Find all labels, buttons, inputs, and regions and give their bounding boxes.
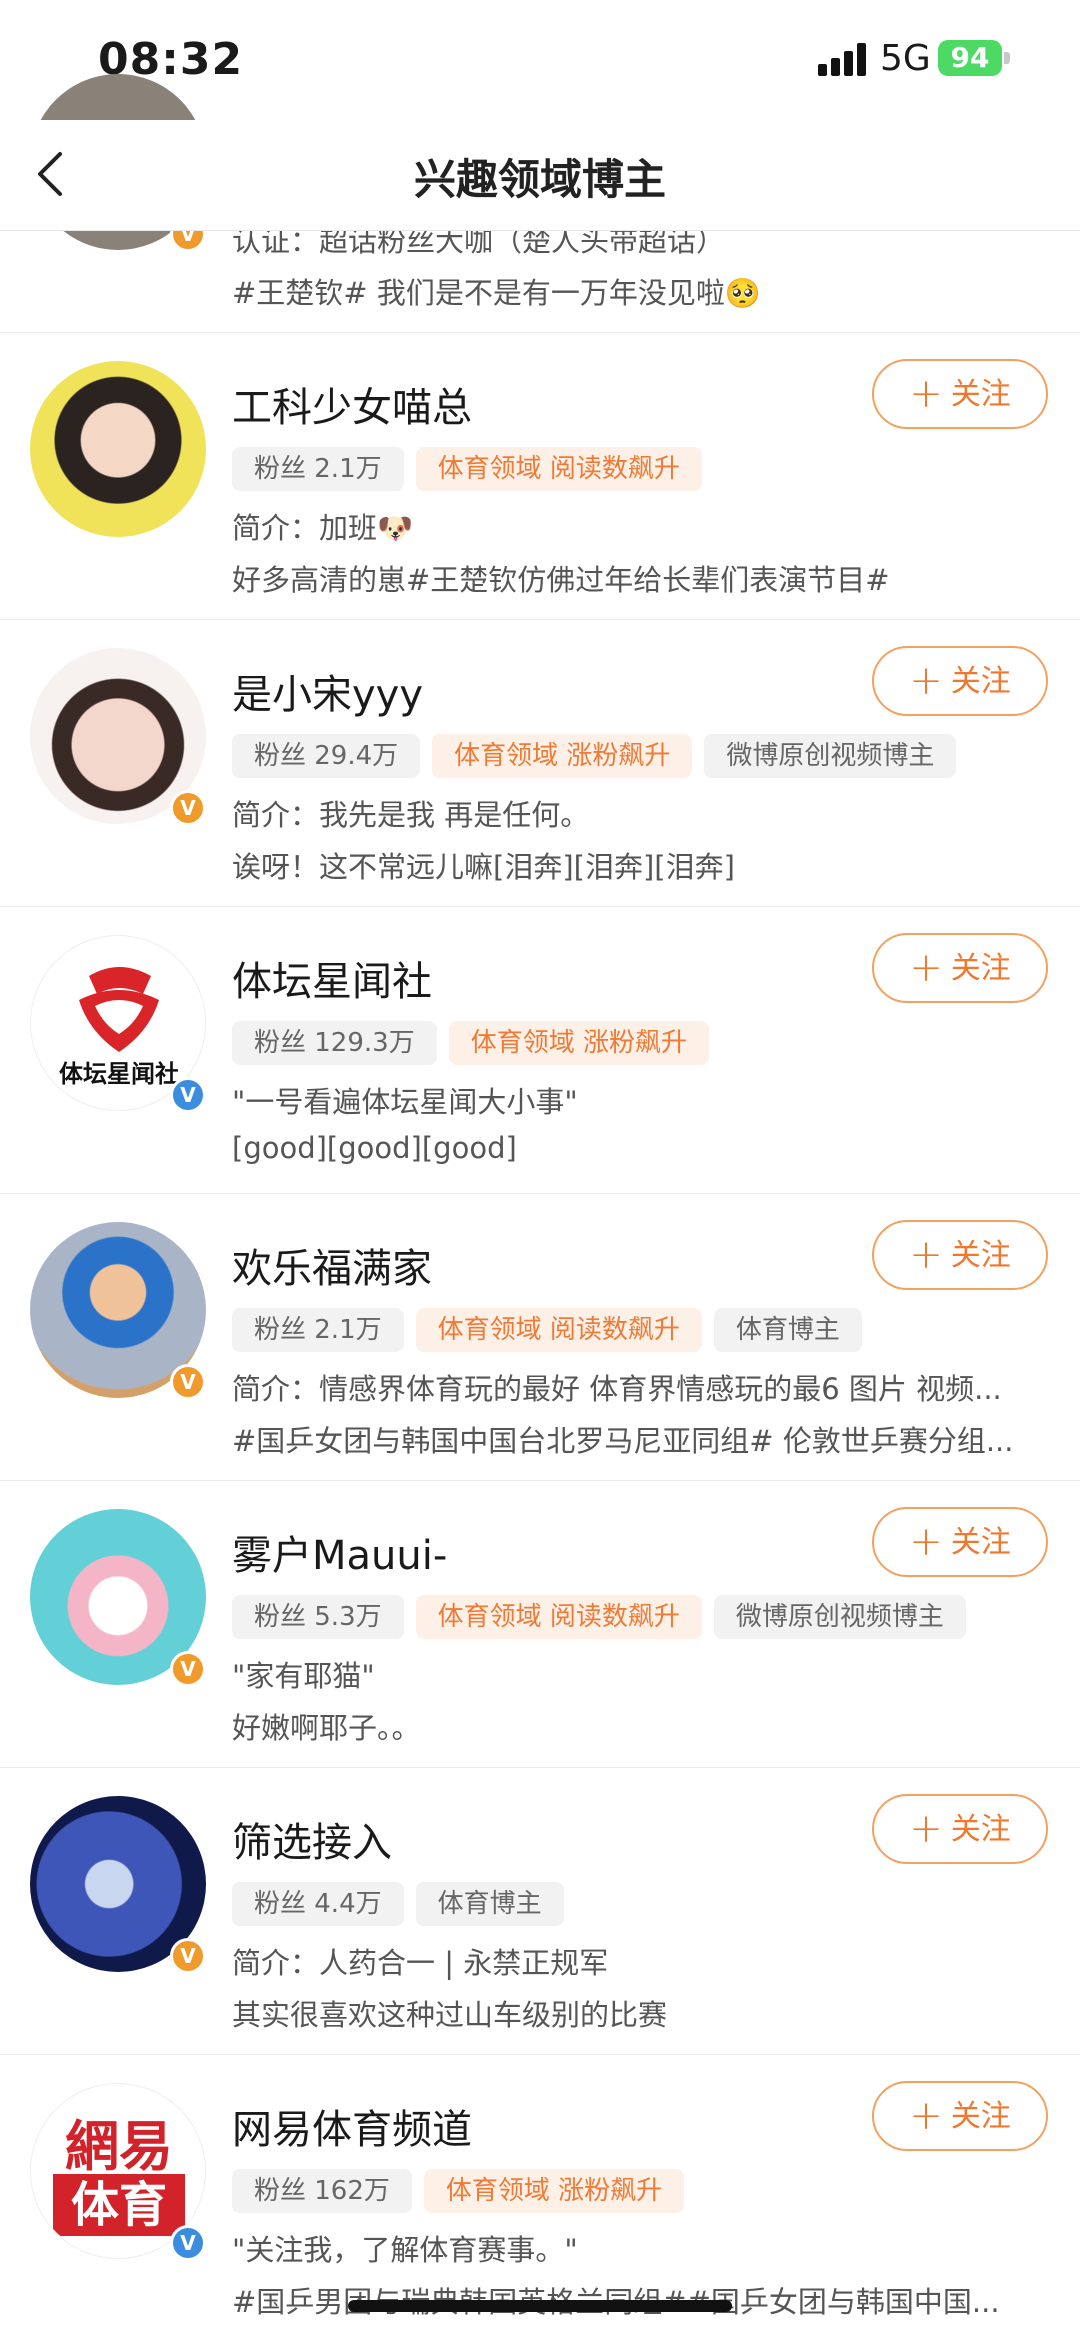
list-item[interactable]: 体坛星闻社 V 体坛星闻社 + 关注 粉丝 129.3万 体育领域 涨粉飙升 "一号… [0, 907, 1080, 1194]
category-tag: 体育博主 [415, 1882, 564, 1926]
follow-label: 关注 [950, 2099, 1011, 2134]
follow-label: 关注 [950, 951, 1011, 986]
follow-label: 关注 [950, 1525, 1011, 1560]
blogger-name[interactable]: 欢乐福满家 [232, 1236, 432, 1294]
follow-label: 关注 [950, 1238, 1011, 1273]
verified-badge-icon: V [170, 1651, 206, 1687]
blogger-name[interactable]: 工科少女喵总 [232, 375, 472, 433]
tag-row: 粉丝 5.3万 体育领域 阅读数飙升 微博原创视频博主 [232, 1595, 978, 1639]
plus-icon: + [909, 945, 943, 991]
plus-icon: + [909, 371, 943, 417]
fans-count: 粉丝 162万 [232, 2169, 412, 2213]
item-latest-post: 好多高清的崽#王楚钦仿佛过年给长辈们表演节目# [232, 563, 890, 597]
category-tag: 微博原创视频博主 [704, 734, 957, 778]
follow-button[interactable]: + 关注 [872, 1507, 1048, 1577]
blogger-name[interactable]: 体坛星闻社 [232, 949, 432, 1007]
domain-tag: 体育领域 涨粉飙升 [423, 2169, 685, 2213]
blogger-name[interactable]: 是小宋yyy [232, 662, 423, 720]
domain-tag: 体育领域 阅读数飙升 [415, 1595, 702, 1639]
list-item[interactable]: V 雾户Mauui- + 关注 粉丝 5.3万 体育领域 阅读数飙升 微博原创视频博主… [0, 1481, 1080, 1768]
follow-label: 关注 [950, 664, 1011, 699]
list-item[interactable]: V 是小宋yyy + 关注 粉丝 29.4万 体育领域 涨粉飙升 微博原创视频博主 简… [0, 620, 1080, 907]
list-item[interactable]: V 筛选接入 + 关注 粉丝 4.4万 体育博主 简介：人药合一 | 永禁正规军 其… [0, 1768, 1080, 2055]
plus-icon: + [909, 1806, 943, 1852]
verified-badge-icon: V [170, 1364, 206, 1400]
page-title: 兴趣领域博主 [413, 155, 666, 204]
blogger-name[interactable]: 网易体育频道 [232, 2097, 472, 2155]
verified-badge-icon: V [170, 1077, 206, 1113]
fans-count: 粉丝 2.1万 [232, 1308, 404, 1352]
tag-row: 粉丝 2.1万 体育领域 阅读数飙升 [232, 447, 714, 491]
nav-bar: 兴趣领域博主 [0, 120, 1080, 231]
item-latest-post: #国乒女团与韩国中国台北罗马尼亚同组# 伦敦世乒赛分组... [232, 1424, 1014, 1458]
blogger-name[interactable]: 筛选接入 [232, 1810, 392, 1868]
follow-button[interactable]: + 关注 [872, 646, 1048, 716]
item-bio: "一号看遍体坛星闻大小事" [232, 1085, 578, 1119]
fans-count: 粉丝 5.3万 [232, 1595, 404, 1639]
item-latest-post: 好嫩啊耶子。。 [232, 1711, 421, 1745]
fans-count: 粉丝 2.1万 [232, 447, 404, 491]
domain-tag: 体育领域 涨粉飙升 [448, 1021, 709, 1065]
plus-icon: + [909, 1519, 943, 1565]
category-tag: 微博原创视频博主 [713, 1595, 966, 1639]
follow-button[interactable]: + 关注 [872, 1794, 1048, 1864]
fans-count: 粉丝 29.4万 [232, 734, 421, 778]
verified-badge-icon: V [170, 790, 206, 826]
fans-count: 粉丝 129.3万 [232, 1021, 437, 1065]
tag-row: 粉丝 129.3万 体育领域 涨粉飙升 [232, 1021, 721, 1065]
follow-button[interactable]: + 关注 [872, 359, 1048, 429]
list-item[interactable]: 網易 体育 V 网易体育频道 + 关注 粉丝 162万 体育领域 涨粉飙升 "关注我… [0, 2055, 1080, 2341]
item-bio: 简介：人药合一 | 永禁正规军 [232, 1946, 609, 1980]
domain-tag: 体育领域 阅读数飙升 [415, 1308, 702, 1352]
follow-button[interactable]: + 关注 [872, 1220, 1048, 1290]
list-item[interactable]: 工科少女喵总 + 关注 粉丝 2.1万 体育领域 阅读数飙升 简介：加班🐶 好多高清… [0, 333, 1080, 620]
item-latest-post: 其实很喜欢这种过山车级别的比赛 [232, 1998, 668, 2032]
item-latest-post: [good][good][good] [232, 1131, 517, 1165]
tag-row: 粉丝 2.1万 体育领域 阅读数飙升 体育博主 [232, 1308, 874, 1352]
logo-text-top: 網易 [65, 2115, 173, 2178]
follow-button[interactable]: + 关注 [872, 2081, 1048, 2151]
category-tag: 体育博主 [713, 1308, 862, 1352]
list-item[interactable]: V 欢乐福满家 + 关注 粉丝 2.1万 体育领域 阅读数飙升 体育博主 简介：情感界… [0, 1194, 1080, 1481]
follow-button[interactable]: + 关注 [872, 933, 1048, 1003]
plus-icon: + [909, 658, 943, 704]
plus-icon: + [909, 1232, 943, 1278]
tag-row: 粉丝 29.4万 体育领域 涨粉飙升 微博原创视频博主 [232, 734, 968, 778]
follow-label: 关注 [950, 377, 1011, 412]
item-bio: 简介：情感界体育玩的最好 体育界情感玩的最6 图片 视频... [232, 1372, 1002, 1406]
fans-count: 粉丝 4.4万 [232, 1882, 404, 1926]
home-indicator[interactable] [348, 2300, 732, 2312]
plus-icon: + [909, 2093, 943, 2139]
tag-row: 粉丝 162万 体育领域 涨粉飙升 [232, 2169, 696, 2213]
item-bio: 简介：我先是我 再是任何。 [232, 798, 590, 832]
item-bio: "关注我，了解体育赛事。" [232, 2233, 578, 2267]
tag-row: 粉丝 4.4万 体育博主 [232, 1882, 576, 1926]
avatar[interactable] [30, 361, 206, 537]
item-latest-post: 诶呀！这不常远儿嘛[泪奔][泪奔][泪奔] [232, 850, 735, 884]
verified-badge-icon: V [170, 2225, 206, 2261]
domain-tag: 体育领域 涨粉飙升 [432, 734, 693, 778]
item-bio: "家有耶猫" [232, 1659, 375, 1693]
item-latest-post: #王楚钦# 我们是不是有一万年没见啦🥺 [232, 276, 761, 310]
item-bio: 简介：加班🐶 [232, 511, 414, 545]
blogger-name[interactable]: 雾户Mauui- [232, 1523, 447, 1581]
follow-label: 关注 [950, 1812, 1011, 1847]
domain-tag: 体育领域 阅读数飙升 [415, 447, 702, 491]
verified-badge-icon: V [170, 1938, 206, 1974]
logo-text-bottom: 体育 [53, 2174, 185, 2236]
